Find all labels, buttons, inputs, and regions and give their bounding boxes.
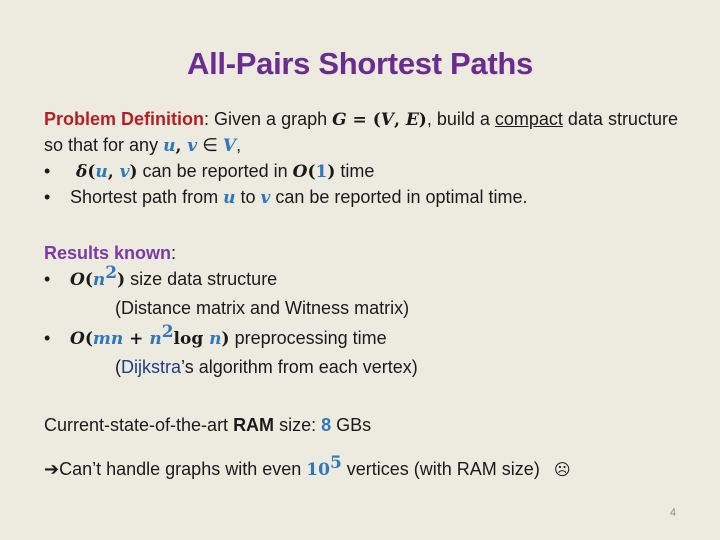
bullet-text: to	[235, 187, 261, 207]
problem-text: data structure	[562, 109, 678, 129]
math-u: u	[223, 188, 236, 208]
math-n: n	[209, 329, 222, 349]
math-u: u	[95, 162, 108, 182]
problem-definition-line: Problem Definition: Given a graph G = (V…	[44, 106, 694, 132]
bullet-icon: •	[44, 269, 51, 289]
math-paren: )	[221, 329, 230, 349]
conclusion-line: ➔Can’t handle graphs with even 105 verti…	[44, 453, 694, 482]
math-V: V	[222, 136, 237, 156]
math-exponent: 2	[105, 263, 118, 283]
math-comma: ,	[175, 136, 188, 156]
results-bullet-2: • O(mn + n2log n) preprocessing time	[44, 322, 694, 354]
problem-bullet-1: • δ(u, v) can be reported in O(1) time	[44, 158, 694, 184]
math-in: ∈	[197, 135, 223, 155]
bullet-text: can be reported in	[137, 161, 293, 181]
math-paren: (	[84, 329, 93, 349]
problem-definition-label: Problem Definition	[44, 109, 205, 129]
conclusion-text: vertices (with RAM size)	[341, 459, 540, 479]
ram-text: size:	[274, 415, 322, 435]
problem-bullet-2: • Shortest path from u to v can be repor…	[44, 184, 694, 210]
math-one: 1	[315, 162, 328, 182]
math-exponent: 5	[329, 453, 342, 473]
results-note-1: (Distance matrix and Witness matrix)	[115, 298, 410, 318]
math-E: E	[405, 110, 419, 130]
math-O: O	[70, 329, 85, 349]
ram-line: Current-state-of-the-art RAM size: 8 GBs	[44, 412, 694, 442]
slide-content: Problem Definition: Given a graph G = (V…	[44, 106, 694, 482]
math-G: G	[332, 110, 347, 130]
bullet-text: preprocessing time	[229, 328, 387, 348]
compact-underlined: compact	[494, 109, 563, 129]
page-number: 4	[669, 507, 676, 519]
slide-title: All-Pairs Shortest Paths	[187, 46, 533, 81]
math-n: n	[149, 329, 162, 349]
problem-text: ,	[236, 135, 242, 155]
math-O: O	[292, 162, 308, 182]
math-u: u	[163, 136, 176, 156]
math-comma: ,	[393, 110, 406, 130]
math-paren: (	[84, 270, 93, 290]
note-text: ’s algorithm from each vertex)	[181, 357, 418, 377]
conclusion-text: Can’t handle graphs with even	[59, 459, 307, 479]
math-n: n	[92, 270, 106, 290]
math-eq: = (	[346, 110, 381, 130]
problem-line-2: so that for any u, v ∈ V,	[44, 132, 694, 158]
dijkstra-link[interactable]: Dijkstra	[121, 357, 181, 377]
results-heading: Results known:	[44, 240, 694, 266]
bullet-icon: •	[44, 161, 51, 181]
math-v: v	[119, 162, 130, 182]
results-bullet-1: • O(n2) size data structure	[44, 263, 694, 295]
math-V: V	[380, 110, 394, 130]
math-close: )	[418, 110, 427, 130]
problem-text: so that for any	[44, 135, 164, 155]
colon: :	[171, 243, 177, 263]
right-arrow-icon: ➔	[44, 459, 60, 479]
problem-text: Given a graph	[209, 109, 333, 129]
problem-text: , build a	[426, 109, 495, 129]
math-paren: )	[129, 162, 138, 182]
bullet-text: can be reported in optimal time.	[270, 187, 528, 207]
bullet-text: time	[335, 161, 375, 181]
math-base: 10	[306, 460, 330, 480]
math-paren: (	[307, 162, 316, 182]
bullet-icon: •	[44, 328, 51, 348]
math-v: v	[260, 188, 271, 208]
bullet-text: size data structure	[125, 269, 278, 289]
ram-unit: GBs	[331, 415, 372, 435]
ram-text: Current-state-of-the-art	[44, 415, 234, 435]
math-v: v	[187, 136, 198, 156]
math-mn: mn	[92, 329, 124, 349]
ram-bold: RAM	[233, 415, 275, 435]
math-paren: )	[117, 270, 126, 290]
math-O: O	[70, 270, 85, 290]
sad-face-icon: ☹	[553, 462, 571, 479]
bullet-text: Shortest path from	[70, 187, 224, 207]
math-comma: ,	[107, 162, 120, 182]
math-log: log	[173, 329, 210, 349]
math-exponent: 2	[161, 322, 174, 342]
math-plus: +	[123, 329, 150, 349]
bullet-icon: •	[44, 187, 51, 207]
results-known-label: Results known	[44, 243, 172, 263]
results-note-2: (Dijkstra’s algorithm from each vertex)	[44, 354, 694, 380]
ram-value: 8	[321, 415, 332, 435]
math-delta: δ	[76, 162, 88, 182]
